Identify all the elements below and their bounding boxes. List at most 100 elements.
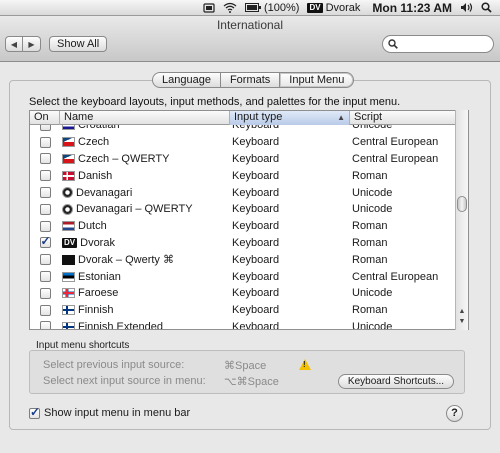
row-name: Dvorak <box>80 236 115 249</box>
row-name: Estonian <box>78 270 121 283</box>
table-row[interactable]: Dutch Keyboard Roman <box>30 218 458 235</box>
time-machine-icon[interactable] <box>203 2 215 14</box>
table-row[interactable]: Czech – QWERTY Keyboard Central European <box>30 151 458 168</box>
column-header-name[interactable]: Name <box>60 111 230 125</box>
column-header-on[interactable]: On <box>30 111 60 125</box>
table-row[interactable]: Finnish Keyboard Roman <box>30 302 458 319</box>
table-row[interactable]: Devanagari Keyboard Unicode <box>30 184 458 201</box>
table-row[interactable]: Czech Keyboard Central European <box>30 134 458 151</box>
window-title: International <box>216 18 284 32</box>
row-type: Keyboard <box>232 220 280 233</box>
row-name: Devanagari – QWERTY <box>76 203 193 216</box>
tab-input-menu[interactable]: Input Menu <box>280 72 355 88</box>
table-row[interactable]: DVDvorak Keyboard Roman <box>30 234 458 252</box>
scrollbar-thumb[interactable] <box>457 196 467 212</box>
row-type: Keyboard <box>232 203 280 216</box>
sort-ascending-icon: ▲ <box>337 113 345 122</box>
forward-button[interactable]: ▶ <box>23 36 41 52</box>
row-script: Unicode <box>352 186 393 199</box>
row-script: Roman <box>352 253 388 266</box>
menu-clock[interactable]: Mon 11:23 AM <box>372 1 452 15</box>
row-script: Unicode <box>352 203 393 216</box>
scroll-down-arrow-icon[interactable]: ▼ <box>456 318 468 328</box>
row-script: Central European <box>352 136 439 149</box>
row-type: Keyboard <box>232 236 280 249</box>
row-script: Roman <box>352 220 388 233</box>
input-menu[interactable]: DV Dvorak <box>307 2 360 14</box>
table-row[interactable]: Finnish Extended Keyboard Unicode <box>30 319 458 330</box>
netherlands-flag-icon <box>62 221 75 232</box>
show-input-menu-label: Show input menu in menu bar <box>44 407 191 419</box>
battery-status[interactable]: (100%) <box>244 2 299 14</box>
scroll-up-arrow-icon[interactable]: ▲ <box>456 308 468 318</box>
czech-flag-icon <box>62 137 75 148</box>
table-scrollbar[interactable]: ▲ ▼ <box>455 110 468 330</box>
prev-source-label: Select previous input source: <box>43 359 185 371</box>
tab-language[interactable]: Language <box>152 72 221 88</box>
estonia-flag-icon <box>62 271 75 282</box>
row-checkbox[interactable] <box>39 170 51 182</box>
table-row[interactable]: Danish Keyboard Roman <box>30 167 458 184</box>
row-script: Unicode <box>352 320 393 330</box>
row-checkbox[interactable] <box>39 254 51 266</box>
row-checkbox[interactable] <box>39 220 51 232</box>
table-row[interactable]: Devanagari – QWERTY Keyboard Unicode <box>30 201 458 218</box>
table-row[interactable]: Faroese Keyboard Unicode <box>30 285 458 302</box>
row-script: Central European <box>352 152 439 165</box>
devanagari-script-icon <box>62 187 73 199</box>
column-header-input-type[interactable]: Input type ▲ <box>230 111 350 125</box>
warning-exclamation-icon: ! <box>303 360 306 369</box>
volume-icon[interactable] <box>460 2 473 13</box>
row-name: Danish <box>78 169 113 182</box>
table-row[interactable]: Estonian Keyboard Central European <box>30 268 458 285</box>
search-input[interactable] <box>401 38 491 50</box>
instructions-text: Select the keyboard layouts, input metho… <box>29 96 401 108</box>
tab-bar: Language Formats Input Menu <box>152 72 355 88</box>
table-row[interactable]: Dvorak – Qwerty ⌘ Keyboard Roman <box>30 251 458 268</box>
row-name: Czech <box>78 136 110 149</box>
input-menu-label: Dvorak <box>325 1 361 14</box>
faroe-flag-icon <box>62 288 75 299</box>
window-toolbar: International ◀ ▶ Show All <box>0 16 500 62</box>
wifi-icon[interactable] <box>223 2 237 13</box>
nav-buttons: ◀ ▶ <box>5 36 41 52</box>
show-input-menu-checkbox[interactable] <box>29 405 40 419</box>
prev-source-shortcut: ⌘Space <box>224 360 267 372</box>
row-type: Keyboard <box>232 253 280 266</box>
chevron-left-icon: ◀ <box>10 39 18 49</box>
row-checkbox[interactable] <box>39 187 51 199</box>
show-all-button[interactable]: Show All <box>49 36 108 52</box>
row-name: Finnish <box>78 304 114 317</box>
row-checkbox[interactable] <box>39 304 51 316</box>
row-type: Keyboard <box>232 287 280 300</box>
row-checkbox[interactable] <box>39 153 51 165</box>
denmark-flag-icon <box>62 170 75 181</box>
next-source-label: Select next input source in menu: <box>43 375 206 387</box>
column-header-input-type-label: Input type <box>234 111 283 123</box>
row-checkbox[interactable] <box>39 321 51 329</box>
finland-flag-icon <box>62 305 75 316</box>
help-button[interactable]: ? <box>446 405 463 422</box>
row-checkbox[interactable] <box>39 136 51 148</box>
row-type: Keyboard <box>232 186 280 199</box>
row-name: Faroese <box>78 287 119 300</box>
row-script: Roman <box>352 169 388 182</box>
row-type: Keyboard <box>232 270 280 283</box>
row-checkbox[interactable] <box>39 287 51 299</box>
row-checkbox[interactable] <box>39 271 51 283</box>
column-header-script[interactable]: Script <box>350 111 458 125</box>
dvorak-qwerty-icon <box>62 254 75 265</box>
devanagari-script-icon <box>62 203 73 215</box>
row-checkbox[interactable] <box>39 234 51 249</box>
row-script: Unicode <box>352 287 393 300</box>
back-button[interactable]: ◀ <box>5 36 23 52</box>
keyboard-shortcuts-button[interactable]: Keyboard Shortcuts... <box>338 374 454 389</box>
spotlight-icon[interactable] <box>481 2 492 13</box>
row-checkbox[interactable] <box>39 203 51 215</box>
search-field[interactable] <box>382 35 494 53</box>
row-name: Finnish Extended <box>78 320 163 330</box>
show-input-menu-option[interactable]: Show input menu in menu bar <box>29 405 191 419</box>
row-name: Dvorak – Qwerty ⌘ <box>78 254 174 267</box>
row-type: Keyboard <box>232 136 280 149</box>
tab-formats[interactable]: Formats <box>220 72 281 88</box>
